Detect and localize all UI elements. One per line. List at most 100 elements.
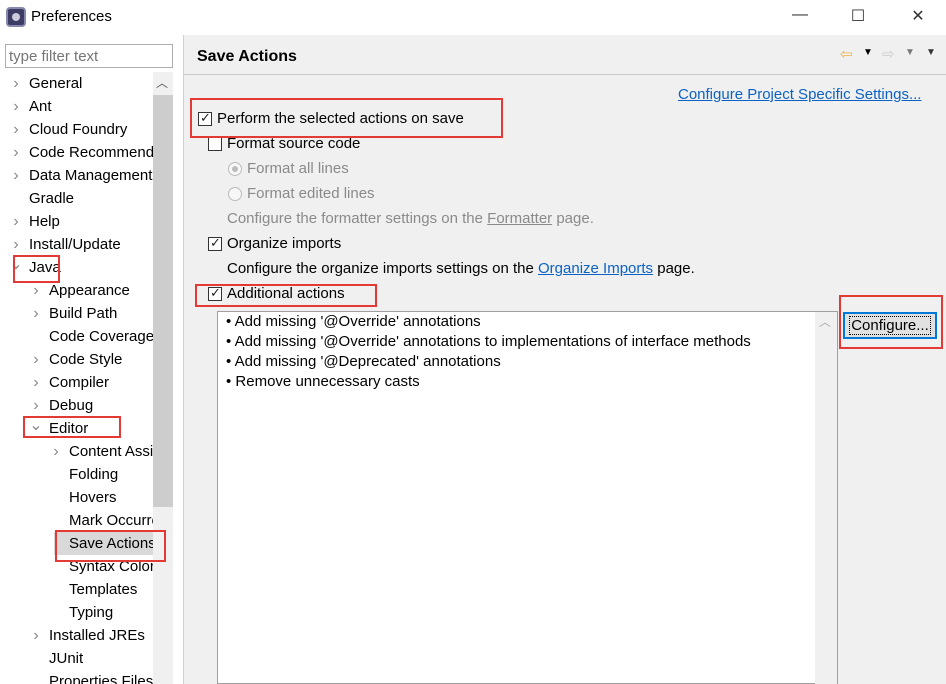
tree-item[interactable]: Mark Occurrences [69, 509, 153, 532]
window-title: Preferences [31, 8, 112, 25]
close-button[interactable]: ✕ [903, 6, 933, 28]
tree-item-label: Templates [69, 581, 138, 598]
back-arrow-icon[interactable]: ⇦ [840, 45, 853, 63]
perform-checkbox[interactable] [198, 110, 212, 126]
tree-item-label: Mark Occurrences [69, 512, 153, 529]
tree-item[interactable]: Help [29, 210, 60, 233]
chevron-right-icon[interactable]: › [29, 371, 43, 394]
tree-item-label: Build Path [49, 305, 118, 322]
back-menu-icon[interactable]: ▼ [863, 47, 873, 58]
configure-project-settings-link[interactable]: Configure Project Specific Settings... [678, 86, 921, 103]
tree-item[interactable]: Editor [49, 417, 88, 440]
tree-item[interactable]: JUnit [49, 647, 83, 670]
tree-item[interactable]: Build Path [49, 302, 117, 325]
tree-item[interactable]: Install/Update [29, 233, 121, 256]
tree-item-label: Syntax Coloring [69, 558, 153, 575]
chevron-right-icon[interactable]: › [9, 95, 23, 118]
organize-imports-checkbox[interactable] [208, 235, 222, 251]
minimize-button[interactable]: — [785, 6, 815, 28]
tree-item-label: Properties Files Editor [49, 673, 153, 684]
chevron-right-icon[interactable]: › [49, 440, 63, 463]
forward-menu-icon[interactable]: ▼ [905, 47, 915, 58]
chevron-right-icon[interactable]: › [9, 72, 23, 95]
tree-item-label: Code Recommenders [29, 144, 153, 161]
tree-item-label: Install/Update [29, 236, 121, 253]
tree-item[interactable]: Code Recommenders [29, 141, 153, 164]
chevron-down-icon[interactable]: ⌄ [29, 414, 43, 437]
list-item: • Add missing '@Deprecated' annotations [226, 353, 501, 370]
chevron-right-icon[interactable]: › [29, 302, 43, 325]
chevron-right-icon[interactable]: › [29, 279, 43, 302]
tree-item-label: Debug [49, 397, 94, 414]
tree-item-label: Folding [69, 466, 119, 483]
tree-item-label: Hovers [69, 489, 117, 506]
tree-item-label: Typing [69, 604, 114, 621]
additional-actions-checkbox[interactable] [208, 285, 222, 301]
chevron-right-icon[interactable]: › [9, 210, 23, 233]
forward-arrow-icon[interactable]: ⇨ [882, 45, 895, 63]
tree-item[interactable]: Data Management [29, 164, 152, 187]
page-title: Save Actions [197, 48, 297, 65]
format-all-radio[interactable] [228, 162, 242, 176]
tree-item[interactable]: Installed JREs [49, 624, 145, 647]
chevron-right-icon[interactable]: › [29, 348, 43, 371]
format-source-checkbox[interactable] [208, 137, 222, 151]
list-scrollbar[interactable] [815, 312, 837, 684]
tree-item[interactable]: Properties Files Editor [49, 670, 153, 684]
tree-item-label: JUnit [49, 650, 84, 667]
organize-note: Configure the organize imports settings … [227, 260, 695, 277]
tree-item[interactable]: Compiler [49, 371, 109, 394]
tree-item[interactable]: Syntax Coloring [69, 555, 153, 578]
chevron-right-icon[interactable]: › [9, 141, 23, 164]
tree-item[interactable]: Code Coverage [49, 325, 153, 348]
chevron-down-icon[interactable]: ⌄ [9, 253, 23, 276]
additional-actions-label[interactable]: Additional actions [227, 285, 345, 302]
list-item-text: Add missing '@Override' annotations [234, 313, 481, 330]
tree-item[interactable]: General [29, 72, 82, 95]
configure-button-label: Configure... [849, 315, 931, 335]
tree-item[interactable]: Appearance [49, 279, 130, 302]
tree-item[interactable]: Templates [69, 578, 137, 601]
organize-note-suffix: page. [653, 260, 695, 277]
tree-item[interactable]: Java [29, 256, 61, 279]
tree-item[interactable]: Hovers [69, 486, 117, 509]
formatter-link[interactable]: Formatter [487, 210, 552, 227]
organize-imports-label[interactable]: Organize imports [227, 235, 341, 252]
tree-item[interactable]: Content Assist [69, 440, 153, 463]
maximize-button[interactable]: ☐ [843, 6, 873, 28]
list-scroll-up-icon[interactable]: ︿ [819, 313, 831, 330]
tree-item-label: Save Actions [69, 535, 153, 552]
tree-item-label: Content Assist [69, 443, 153, 460]
list-item-text: Add missing '@Deprecated' annotations [234, 353, 501, 370]
tree-item[interactable]: Save Actions [54, 532, 153, 555]
format-edited-radio[interactable] [228, 187, 242, 201]
scroll-up-icon[interactable]: ︿ [156, 74, 168, 91]
organize-imports-link[interactable]: Organize Imports [538, 260, 653, 277]
chevron-right-icon[interactable]: › [29, 624, 43, 647]
tree-item[interactable]: Cloud Foundry [29, 118, 127, 141]
format-source-label[interactable]: Format source code [227, 135, 360, 152]
tree-scrollbar-thumb[interactable] [153, 95, 173, 507]
tree-item-label: Gradle [29, 190, 75, 207]
view-menu-icon[interactable]: ▼ [926, 47, 936, 58]
tree-item-label: Data Management [29, 167, 153, 184]
chevron-right-icon[interactable]: › [9, 164, 23, 187]
tree-item-label: Compiler [49, 374, 110, 391]
format-edited-label: Format edited lines [247, 185, 375, 202]
tree-item[interactable]: Typing [69, 601, 113, 624]
tree-item[interactable]: Folding [69, 463, 118, 486]
perform-label[interactable]: Perform the selected actions on save [217, 110, 464, 127]
configure-button[interactable]: Configure... [843, 312, 937, 339]
tree-item[interactable]: Gradle [29, 187, 74, 210]
tree-item[interactable]: Code Style [49, 348, 122, 371]
preferences-tree: › General › Ant › Cloud Foundry › Code Recommen… [0, 72, 153, 684]
additional-actions-list[interactable]: • Add missing '@Override' annotations • … [217, 311, 838, 684]
list-item: • Add missing '@Override' annotations to… [226, 333, 751, 350]
chevron-right-icon[interactable]: › [9, 118, 23, 141]
tree-item[interactable]: Debug [49, 394, 93, 417]
filter-input[interactable] [5, 44, 173, 68]
tree-item[interactable]: Ant [29, 95, 52, 118]
list-item-text: Remove unnecessary casts [235, 373, 420, 390]
tree-item-label: Editor [49, 420, 89, 437]
formatter-note: Configure the formatter settings on the … [227, 210, 594, 227]
